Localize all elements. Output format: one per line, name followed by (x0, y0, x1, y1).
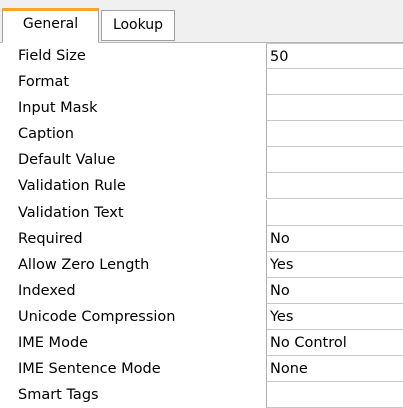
smart-tags-input[interactable] (266, 382, 403, 408)
ime-sentence-mode-select[interactable]: None (266, 356, 403, 383)
property-row-ime-mode: IME Mode No Control (0, 330, 403, 357)
property-row-indexed: Indexed No (0, 277, 403, 304)
property-row-required: Required No (0, 225, 403, 252)
caption-input[interactable] (266, 121, 403, 148)
property-row-smart-tags: Smart Tags (0, 382, 403, 408)
format-input[interactable] (266, 69, 403, 96)
property-row-ime-sentence-mode: IME Sentence Mode None (0, 356, 403, 383)
property-label: Unicode Compression (18, 308, 176, 325)
property-label: Indexed (18, 282, 76, 299)
property-label: IME Mode (18, 335, 89, 352)
property-label: Allow Zero Length (18, 256, 150, 273)
property-row-format: Format (0, 69, 403, 96)
property-label: Format (18, 74, 70, 91)
ime-mode-select[interactable]: No Control (266, 330, 403, 357)
tab-lookup[interactable]: Lookup (101, 10, 175, 41)
tab-general[interactable]: General (2, 8, 99, 43)
property-label: Required (18, 230, 83, 247)
property-label: Smart Tags (18, 387, 99, 404)
validation-text-input[interactable] (266, 199, 403, 226)
property-row-unicode-compression: Unicode Compression Yes (0, 303, 403, 330)
unicode-compression-select[interactable]: Yes (266, 303, 403, 330)
property-label: IME Sentence Mode (18, 361, 161, 378)
allow-zero-length-select[interactable]: Yes (266, 251, 403, 278)
required-select[interactable]: No (266, 225, 403, 252)
input-mask-input[interactable] (266, 95, 403, 122)
property-label: Validation Rule (18, 178, 126, 195)
property-row-caption: Caption (0, 121, 403, 148)
property-label: Field Size (18, 48, 86, 64)
property-label: Default Value (18, 152, 116, 169)
property-row-validation-text: Validation Text (0, 199, 403, 226)
property-row-default-value: Default Value (0, 147, 403, 174)
indexed-select[interactable]: No (266, 277, 403, 304)
property-tabstrip: General Lookup (0, 0, 403, 43)
property-row-input-mask: Input Mask (0, 95, 403, 122)
property-row-allow-zero-length: Allow Zero Length Yes (0, 251, 403, 278)
default-value-input[interactable] (266, 147, 403, 174)
field-properties-grid: Field Size 50 Format Input Mask Caption … (0, 43, 403, 408)
property-label: Validation Text (18, 204, 124, 221)
property-label: Input Mask (18, 100, 98, 117)
property-row-field-size: Field Size 50 (0, 43, 403, 69)
property-label: Caption (18, 126, 74, 143)
field-size-input[interactable]: 50 (266, 43, 403, 69)
property-row-validation-rule: Validation Rule (0, 173, 403, 200)
validation-rule-input[interactable] (266, 173, 403, 200)
